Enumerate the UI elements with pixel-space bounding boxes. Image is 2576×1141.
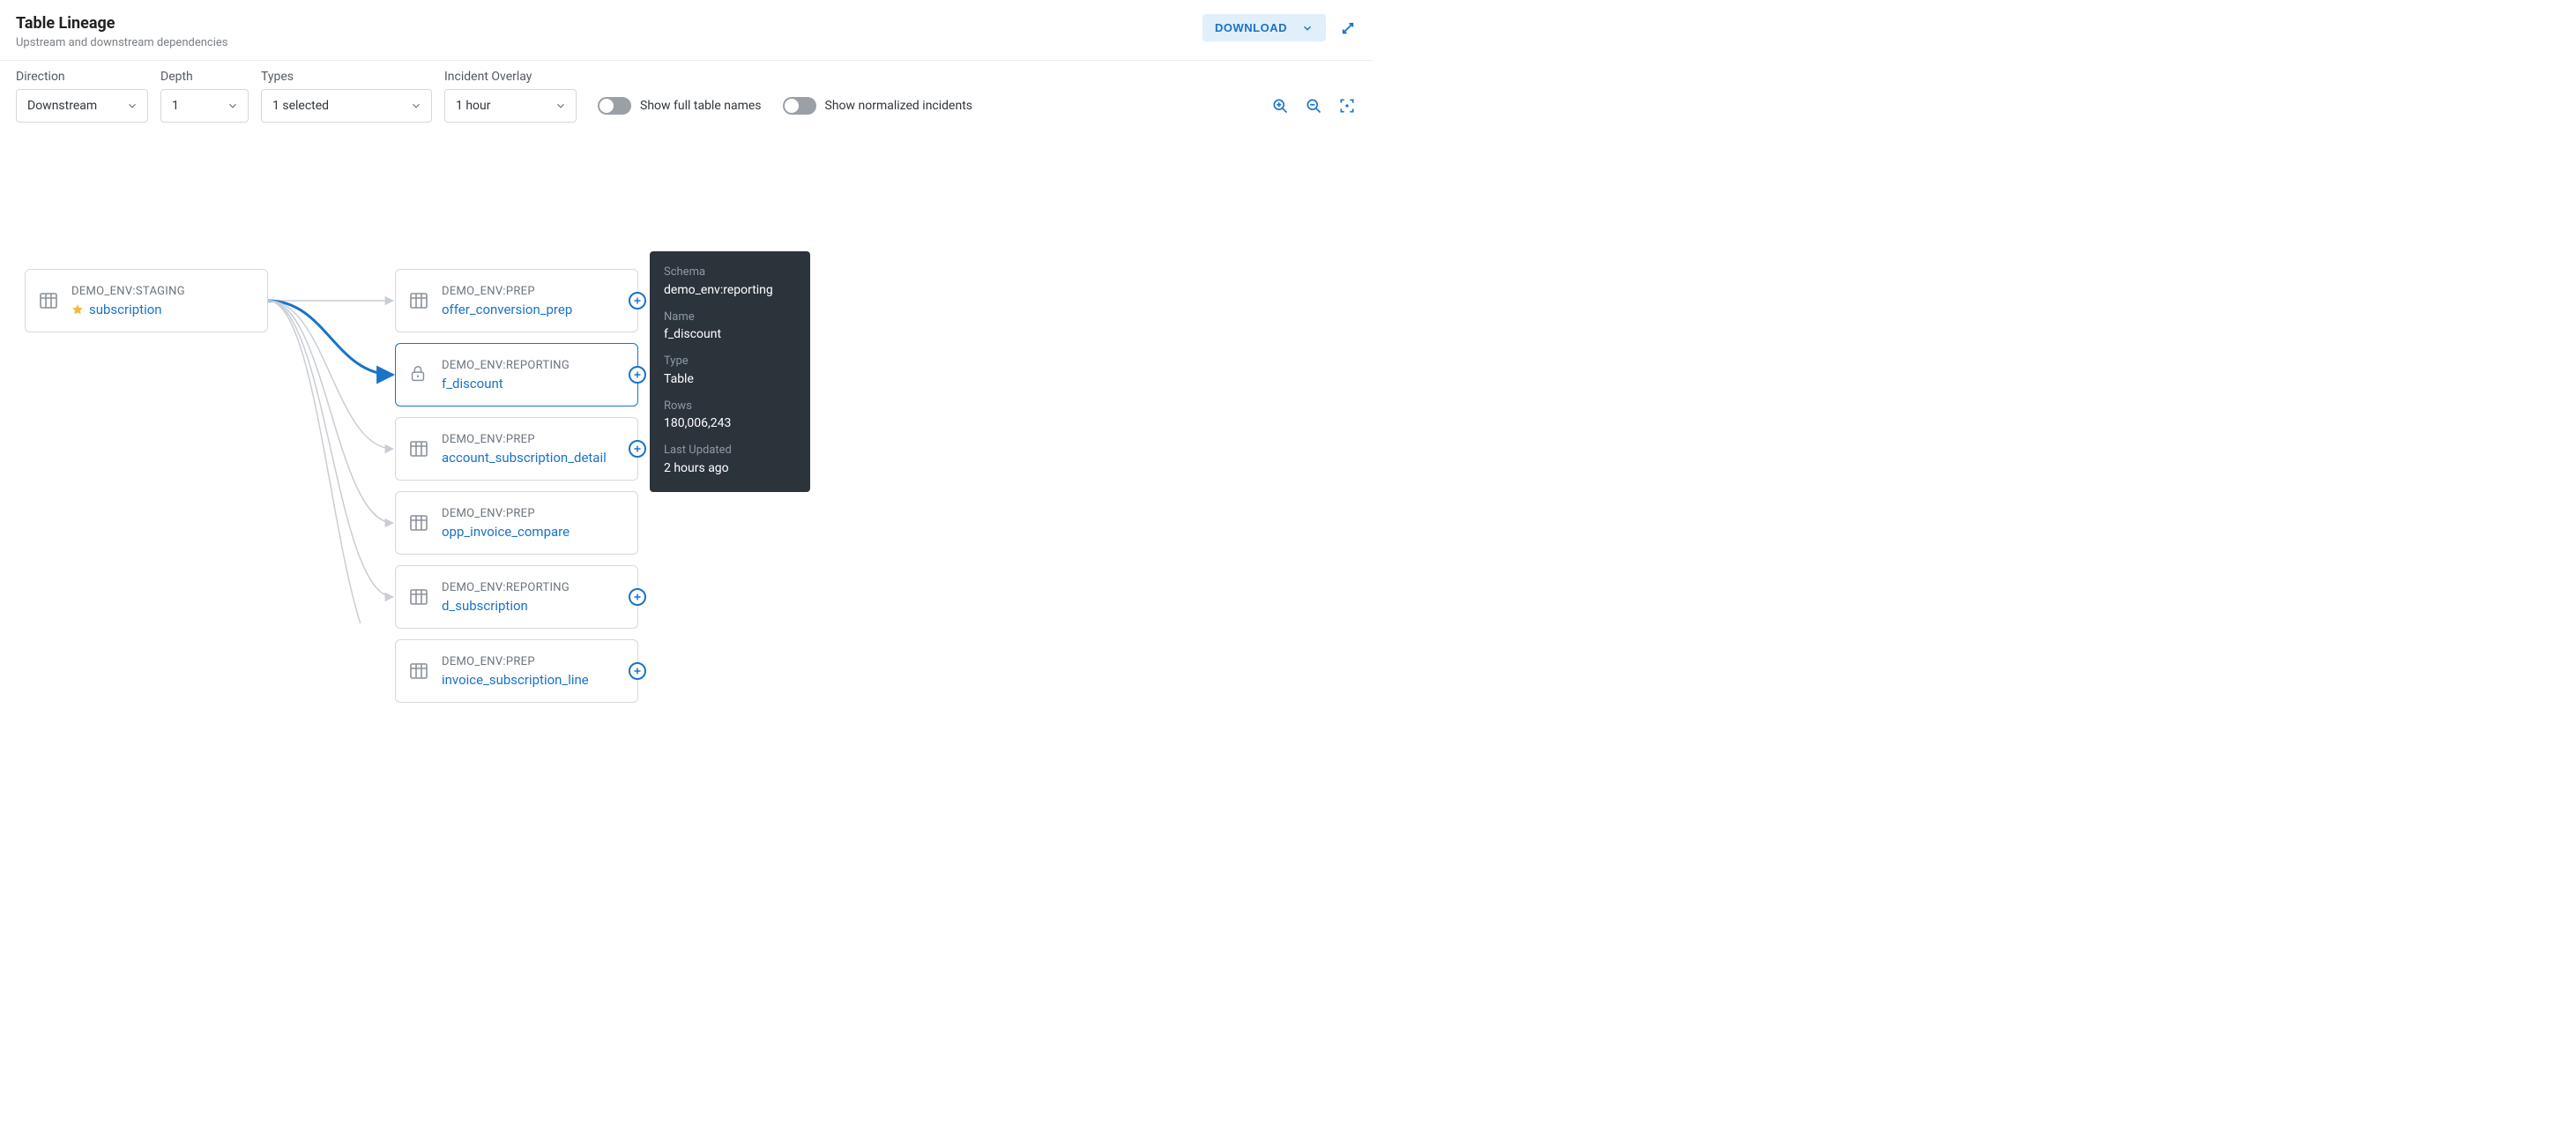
filter-bar: Direction Downstream Depth 1 Types 1 sel… [0, 61, 1372, 130]
tooltip-updated-label: Last Updated [664, 442, 796, 459]
chevron-down-icon [126, 100, 138, 112]
node-namespace: DEMO_ENV:PREP [442, 433, 607, 446]
incident-overlay-label: Incident Overlay [444, 70, 577, 84]
node-name: subscription [89, 302, 162, 317]
expand-node-button[interactable] [629, 366, 646, 384]
zoom-in-icon [1271, 97, 1289, 115]
depth-select[interactable]: 1 [160, 89, 249, 123]
lineage-node-root[interactable]: DEMO_ENV:STAGING subscription [25, 269, 268, 332]
node-name: invoice_subscription_line [442, 672, 589, 688]
node-name: account_subscription_detail [442, 450, 607, 466]
table-icon [408, 438, 429, 459]
node-namespace: DEMO_ENV:PREP [442, 655, 589, 668]
lineage-node[interactable]: DEMO_ENV:PREP invoice_subscription_line [395, 639, 638, 703]
zoom-out-icon [1305, 97, 1322, 115]
tooltip-schema-value: demo_env:reporting [664, 281, 796, 300]
chevron-down-icon [227, 100, 239, 112]
node-name: opp_invoice_compare [442, 524, 570, 540]
download-button[interactable]: DOWNLOAD [1202, 14, 1326, 41]
node-namespace: DEMO_ENV:STAGING [71, 285, 185, 298]
node-namespace: DEMO_ENV:PREP [442, 285, 572, 298]
lineage-node[interactable]: DEMO_ENV:REPORTING d_subscription [395, 565, 638, 629]
table-icon [408, 512, 429, 533]
incident-overlay-value: 1 hour [456, 99, 491, 113]
direction-value: Downstream [27, 99, 97, 113]
chevron-down-icon [410, 100, 422, 112]
lineage-node[interactable]: DEMO_ENV:PREP offer_conversion_prep [395, 269, 638, 332]
star-icon [71, 303, 84, 316]
page-subtitle: Upstream and downstream dependencies [16, 36, 227, 49]
direction-label: Direction [16, 70, 148, 84]
types-select[interactable]: 1 selected [261, 89, 432, 123]
chevron-down-icon [1301, 22, 1314, 34]
node-namespace: DEMO_ENV:REPORTING [442, 581, 570, 594]
expand-node-button[interactable] [629, 292, 646, 309]
show-full-names-label: Show full table names [640, 99, 762, 113]
depth-value: 1 [172, 99, 179, 113]
expand-node-button[interactable] [629, 662, 646, 680]
chevron-down-icon [555, 100, 567, 112]
node-name: f_discount [442, 376, 570, 392]
show-normalized-incidents-toggle[interactable] [783, 97, 816, 115]
tooltip-updated-value: 2 hours ago [664, 459, 796, 478]
download-label: DOWNLOAD [1215, 21, 1287, 34]
expand-node-button[interactable] [629, 440, 646, 458]
table-icon [38, 290, 59, 311]
direction-select[interactable]: Downstream [16, 89, 148, 123]
header: Table Lineage Upstream and downstream de… [0, 0, 1372, 61]
lineage-node[interactable]: DEMO_ENV:PREP account_subscription_detai… [395, 417, 638, 481]
tooltip-name-value: f_discount [664, 325, 796, 344]
expand-icon [1340, 20, 1356, 36]
lock-icon [408, 364, 429, 385]
tooltip-type-label: Type [664, 353, 796, 370]
tooltip-rows-value: 180,006,243 [664, 414, 796, 433]
page-title: Table Lineage [16, 14, 227, 33]
fit-screen-button[interactable] [1338, 97, 1356, 115]
table-icon [408, 660, 429, 682]
node-namespace: DEMO_ENV:PREP [442, 507, 570, 520]
lineage-canvas[interactable]: DEMO_ENV:STAGING subscription DEMO_ENV:P… [0, 130, 1372, 623]
incident-overlay-select[interactable]: 1 hour [444, 89, 577, 123]
table-icon [408, 290, 429, 311]
tooltip-name-label: Name [664, 309, 796, 326]
types-value: 1 selected [272, 99, 329, 113]
node-namespace: DEMO_ENV:REPORTING [442, 359, 570, 372]
show-full-names-toggle[interactable] [598, 97, 631, 115]
lineage-node[interactable]: DEMO_ENV:PREP opp_invoice_compare [395, 491, 638, 555]
tooltip-rows-label: Rows [664, 398, 796, 415]
node-name: offer_conversion_prep [442, 302, 572, 317]
types-label: Types [261, 70, 432, 84]
lineage-node[interactable]: DEMO_ENV:REPORTING f_discount [395, 343, 638, 406]
tooltip-type-value: Table [664, 370, 796, 389]
node-tooltip: Schema demo_env:reporting Name f_discoun… [650, 251, 810, 492]
fit-screen-icon [1338, 97, 1356, 115]
zoom-in-button[interactable] [1271, 97, 1289, 115]
expand-button[interactable] [1340, 20, 1356, 36]
tooltip-schema-label: Schema [664, 264, 796, 281]
table-icon [408, 586, 429, 608]
expand-node-button[interactable] [629, 588, 646, 606]
show-normalized-incidents-label: Show normalized incidents [825, 99, 973, 113]
depth-label: Depth [160, 70, 249, 84]
node-name: d_subscription [442, 598, 570, 614]
zoom-out-button[interactable] [1305, 97, 1322, 115]
